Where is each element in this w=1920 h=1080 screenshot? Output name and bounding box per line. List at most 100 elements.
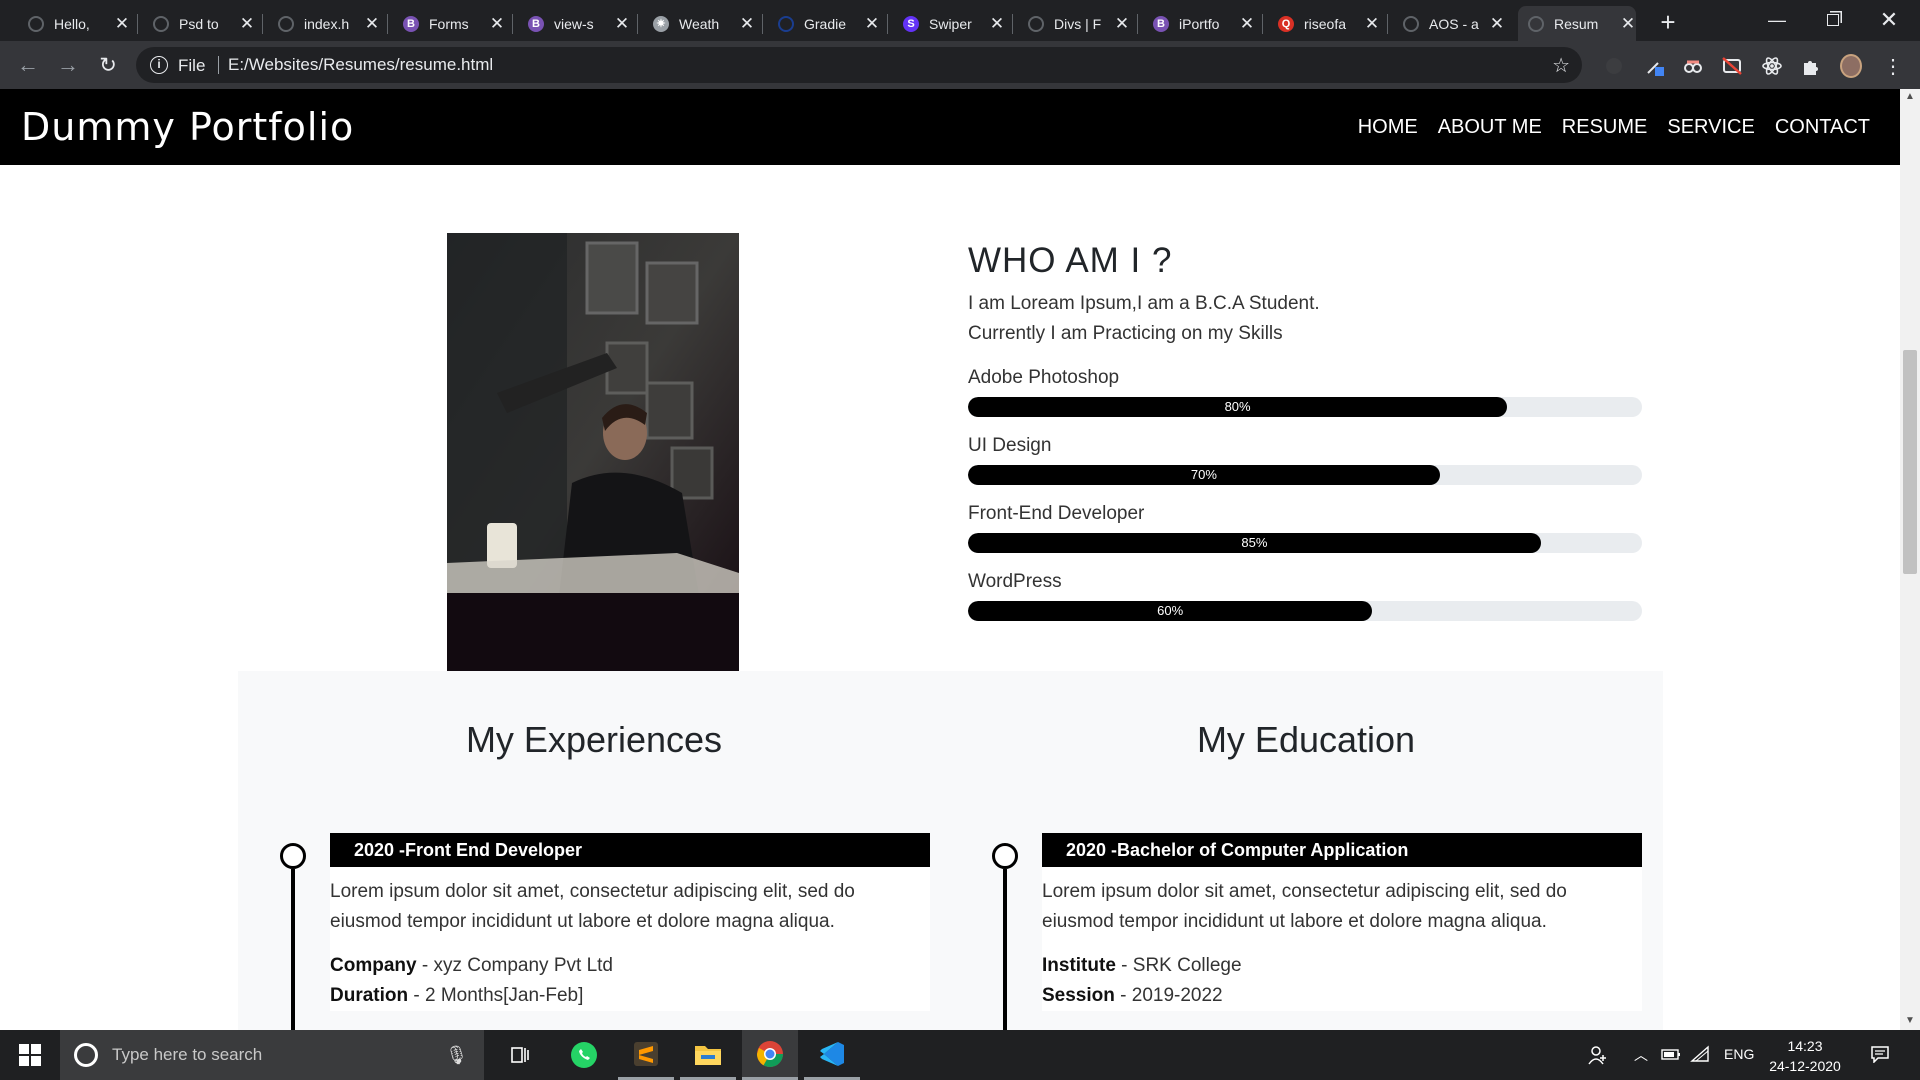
experience-title: 2020 -Front End Developer: [330, 833, 930, 867]
skill-name: Front-End Developer: [968, 503, 1145, 524]
microphone-icon[interactable]: 🎙: [445, 1045, 468, 1066]
start-button[interactable]: [0, 1030, 60, 1080]
back-button[interactable]: ←: [14, 51, 42, 79]
site-brand[interactable]: Dummy Portfolio: [21, 105, 354, 149]
education-title: 2020 -Bachelor of Computer Application: [1042, 833, 1642, 867]
wifi-icon[interactable]: [1690, 1045, 1710, 1068]
browser-tab[interactable]: Gradie ✕: [770, 6, 880, 41]
site-info-icon[interactable]: i: [150, 56, 168, 74]
show-hidden-icons-chevron-icon[interactable]: ︿: [1634, 1045, 1648, 1065]
bookmark-star-icon[interactable]: ☆: [1552, 53, 1570, 78]
language-indicator[interactable]: ENG: [1724, 1046, 1754, 1062]
extensions-puzzle-icon[interactable]: [1800, 55, 1822, 77]
menu-service[interactable]: SERVICE: [1667, 116, 1754, 139]
taskbar-search-box[interactable]: Type here to search 🎙: [60, 1030, 484, 1080]
tab-close-icon[interactable]: ✕: [1620, 14, 1636, 34]
scroll-down-arrow-icon[interactable]: ▼: [1905, 1015, 1915, 1026]
tab-separator: [1137, 14, 1138, 34]
menu-home[interactable]: HOME: [1358, 116, 1418, 139]
browser-tab[interactable]: index.h ✕: [270, 6, 380, 41]
url-text[interactable]: E:/Websites/Resumes/resume.html: [228, 55, 493, 75]
browser-tab[interactable]: B Forms ✕: [395, 6, 505, 41]
tab-separator: [512, 14, 513, 34]
skill-name: UI Design: [968, 435, 1052, 456]
reload-button[interactable]: ↻: [94, 51, 122, 79]
menu-about[interactable]: ABOUT ME: [1438, 116, 1542, 139]
cortana-icon: [74, 1043, 98, 1067]
menu-contact[interactable]: CONTACT: [1775, 116, 1870, 139]
vscode-icon[interactable]: [804, 1030, 860, 1080]
address-bar[interactable]: i File E:/Websites/Resumes/resume.html ☆: [136, 47, 1582, 83]
tab-close-icon[interactable]: ✕: [614, 14, 630, 34]
new-tab-button[interactable]: +: [1652, 6, 1684, 38]
about-section: WHO AM I ? I am Loream Ipsum,I am a B.C.…: [968, 233, 1648, 621]
browser-tab[interactable]: Resum ✕: [1518, 6, 1636, 41]
browser-tab[interactable]: Divs | F ✕: [1020, 6, 1130, 41]
browser-tab[interactable]: S Swiper ✕: [895, 6, 1005, 41]
blocked-extension-icon[interactable]: [1721, 55, 1743, 77]
tab-title: Resum: [1554, 15, 1599, 32]
tab-close-icon[interactable]: ✕: [114, 14, 130, 34]
scrollbar-thumb[interactable]: [1903, 350, 1917, 574]
sublime-text-icon[interactable]: [618, 1030, 674, 1080]
taskbar-clock[interactable]: 14:23 24-12-2020: [1760, 1036, 1850, 1076]
forward-button[interactable]: →: [54, 51, 82, 79]
tab-favicon-icon: [278, 15, 294, 32]
chrome-icon[interactable]: [742, 1030, 798, 1080]
scroll-up-arrow-icon[interactable]: ▲: [1905, 91, 1915, 102]
browser-tab[interactable]: Bview-s ✕: [520, 6, 630, 41]
tab-close-icon[interactable]: ✕: [1489, 14, 1505, 34]
minimize-button[interactable]: —: [1754, 0, 1800, 40]
browser-tab[interactable]: Qriseofa ✕: [1270, 6, 1380, 41]
react-devtools-icon[interactable]: [1761, 55, 1783, 77]
screen: Hello, ✕ Psd to ✕ index.h ✕ B Forms ✕ Bview-s ✕ ✷ W…: [0, 0, 1920, 1080]
tab-favicon-icon: [1403, 15, 1419, 32]
eyedropper-extension-icon[interactable]: [1644, 55, 1666, 77]
profile-avatar[interactable]: [1840, 54, 1862, 78]
tab-close-icon[interactable]: ✕: [1364, 14, 1380, 34]
menu-resume[interactable]: RESUME: [1562, 116, 1648, 139]
notifications-icon[interactable]: [1870, 1045, 1890, 1068]
tab-title: Weath: [679, 15, 720, 32]
browser-tab[interactable]: ✷ Weath ✕: [645, 6, 755, 41]
tab-title: view-s: [554, 15, 594, 32]
browser-tab[interactable]: Hello, ✕: [20, 6, 130, 41]
tab-close-icon[interactable]: ✕: [864, 14, 880, 34]
tab-close-icon[interactable]: ✕: [239, 14, 255, 34]
battery-icon[interactable]: [1660, 1045, 1682, 1068]
people-icon[interactable]: [1588, 1045, 1608, 1070]
tab-close-icon[interactable]: ✕: [489, 14, 505, 34]
tab-favicon-icon: Q: [1278, 15, 1294, 32]
tab-close-icon[interactable]: ✕: [364, 14, 380, 34]
education-body: Lorem ipsum dolor sit amet, consectetur …: [1042, 881, 1567, 932]
tab-favicon-icon: B: [528, 15, 544, 32]
whatsapp-icon[interactable]: [556, 1030, 612, 1080]
tab-close-icon[interactable]: ✕: [1239, 14, 1255, 34]
task-view-icon[interactable]: [492, 1030, 548, 1080]
skill-progress-fill: 70%: [968, 465, 1440, 485]
browser-tab[interactable]: AOS - a ✕: [1395, 6, 1505, 41]
skill-progress-bar: 60%: [968, 601, 1642, 621]
experience-meta: Company - xyz Company Pvt Ltd Duration -…: [330, 943, 930, 1011]
skill-progress-fill: 60%: [968, 601, 1373, 621]
glasses-extension-icon[interactable]: [1682, 55, 1704, 77]
tab-separator: [637, 14, 638, 34]
windows-taskbar: Type here to search 🎙 ︿ ENG 14:23 24-12-…: [0, 1030, 1920, 1080]
experience-heading: My Experiences: [465, 719, 723, 760]
tab-title: Gradie: [804, 15, 847, 32]
restore-button[interactable]: [1810, 0, 1856, 40]
tab-close-icon[interactable]: ✕: [1114, 14, 1130, 34]
skill-progress-bar: 80%: [968, 397, 1642, 417]
browser-menu-icon[interactable]: ⋮: [1882, 55, 1904, 78]
extension-grey-icon[interactable]: [1603, 55, 1625, 77]
close-window-button[interactable]: ✕: [1866, 0, 1912, 40]
search-placeholder: Type here to search: [112, 1045, 263, 1064]
browser-tab[interactable]: BiPortfo ✕: [1145, 6, 1255, 41]
browser-tab[interactable]: Psd to ✕: [145, 6, 255, 41]
tab-close-icon[interactable]: ✕: [739, 14, 755, 34]
file-explorer-icon[interactable]: [680, 1030, 736, 1080]
tab-close-icon[interactable]: ✕: [989, 14, 1005, 34]
timeline-dot: [280, 843, 306, 869]
tab-title: Psd to: [179, 15, 219, 32]
tab-separator: [387, 14, 388, 34]
